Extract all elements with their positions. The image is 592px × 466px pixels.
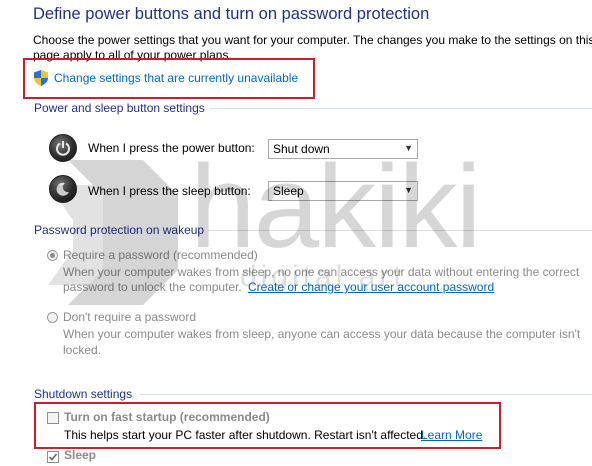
chevron-down-icon: ▼ (404, 185, 413, 195)
require-password-desc-2: password to unlock the computer. (63, 280, 242, 294)
sleep-checkbox[interactable] (47, 451, 59, 463)
password-section-label: Password protection on wakeup (34, 223, 205, 237)
password-divider (208, 230, 592, 231)
no-password-label: Don't require a password (63, 310, 197, 324)
shutdown-divider (140, 394, 592, 395)
power-button-select[interactable]: Shut down ▼ (268, 139, 418, 159)
page-description-line-1: Choose the power settings that you want … (33, 33, 592, 47)
power-button-select-value: Shut down (273, 142, 330, 156)
sleep-button-icon (49, 175, 77, 203)
require-password-desc-1: When your computer wakes from sleep, no … (63, 265, 580, 279)
no-password-desc-2: locked. (63, 343, 102, 357)
sleep-label: Sleep (64, 448, 97, 462)
learn-more-link[interactable]: Learn More (421, 428, 482, 442)
shutdown-section-label: Shutdown settings (34, 387, 133, 401)
user-account-password-link[interactable]: Create or change your user account passw… (248, 280, 494, 294)
fast-startup-checkbox[interactable] (47, 412, 59, 424)
change-settings-link[interactable]: Change settings that are currently unava… (54, 71, 298, 85)
page-title: Define power buttons and turn on passwor… (33, 5, 430, 23)
require-password-label: Require a password (recommended) (63, 248, 258, 262)
no-password-desc-1: When your computer wakes from sleep, any… (63, 327, 581, 341)
power-button-icon (49, 134, 77, 162)
shield-icon (34, 70, 48, 86)
sleep-button-select-value: Sleep (273, 184, 304, 198)
fast-startup-desc: This helps start your PC faster after sh… (64, 428, 427, 442)
require-password-radio[interactable] (47, 250, 58, 261)
sleep-button-label: When I press the sleep button: (88, 184, 251, 198)
chevron-down-icon: ▼ (404, 143, 413, 153)
sleep-button-select[interactable]: Sleep ▼ (268, 181, 418, 201)
power-button-label: When I press the power button: (88, 141, 255, 155)
power-sleep-section-label: Power and sleep button settings (34, 101, 205, 115)
no-password-radio[interactable] (47, 312, 58, 323)
fast-startup-label: Turn on fast startup (recommended) (64, 410, 270, 424)
power-sleep-divider (210, 108, 592, 109)
